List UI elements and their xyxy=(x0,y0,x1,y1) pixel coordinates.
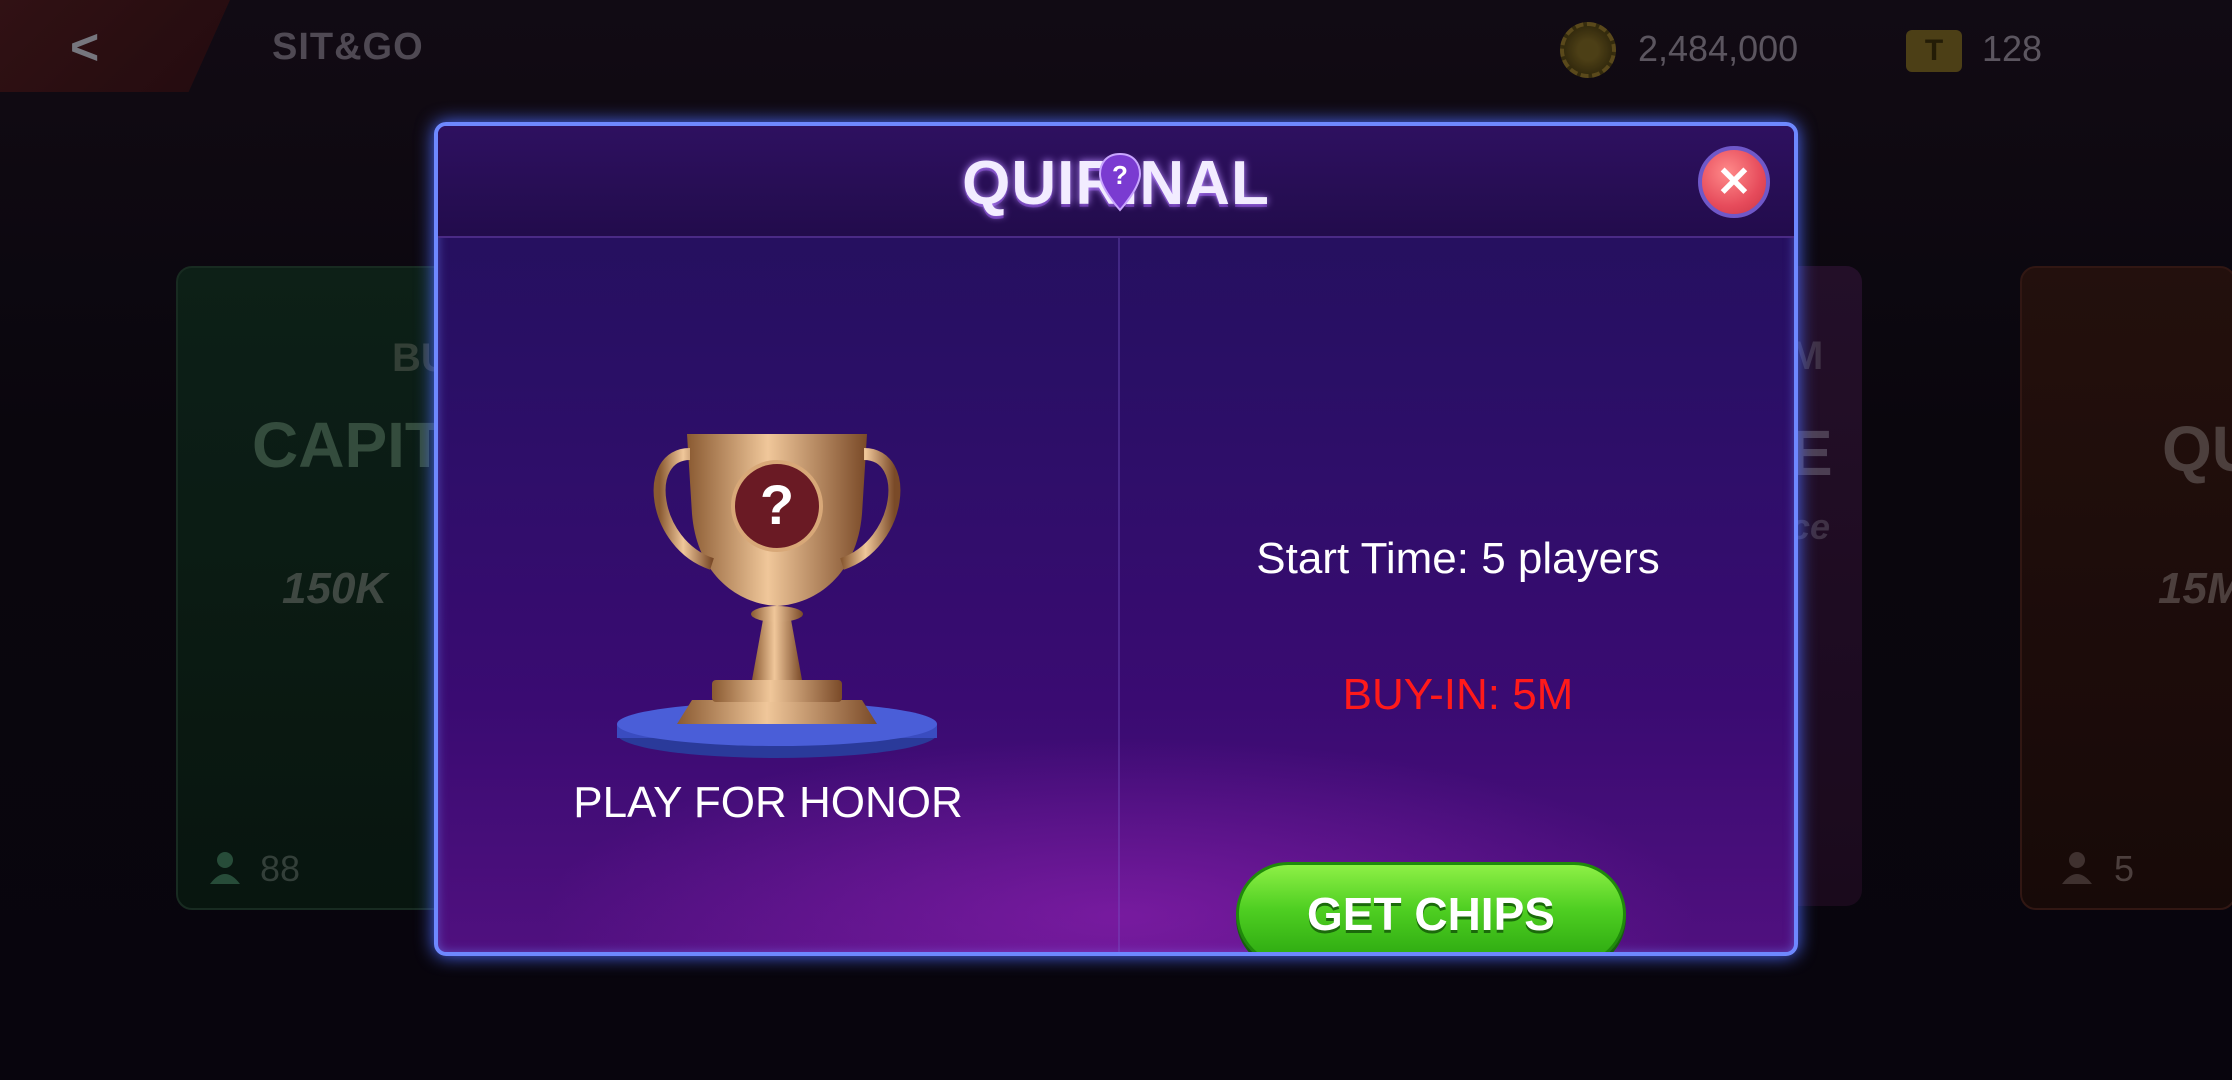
tournament-info-dialog: QUIRINAL ? ✕ xyxy=(434,122,1798,956)
trophy-question-icon: ? xyxy=(617,434,937,758)
buy-in-text: BUY-IN: 5M xyxy=(1342,670,1574,719)
dialog-body: ? PLAY FOR HONOR Start Time: 5 players B… xyxy=(438,238,1794,952)
start-time-text: Start Time: 5 players xyxy=(1256,534,1660,583)
column-divider xyxy=(1118,238,1120,952)
close-button[interactable]: ✕ xyxy=(1698,146,1770,218)
svg-text:?: ? xyxy=(760,473,794,536)
play-for-honor-label: PLAY FOR HONOR xyxy=(573,778,963,827)
close-icon: ✕ xyxy=(1716,158,1752,205)
svg-text:?: ? xyxy=(1112,160,1128,190)
dialog-header: QUIRINAL ? ✕ xyxy=(438,126,1794,238)
question-pin-icon: ? xyxy=(1098,152,1142,212)
get-chips-button[interactable]: GET CHIPS xyxy=(1236,862,1626,952)
